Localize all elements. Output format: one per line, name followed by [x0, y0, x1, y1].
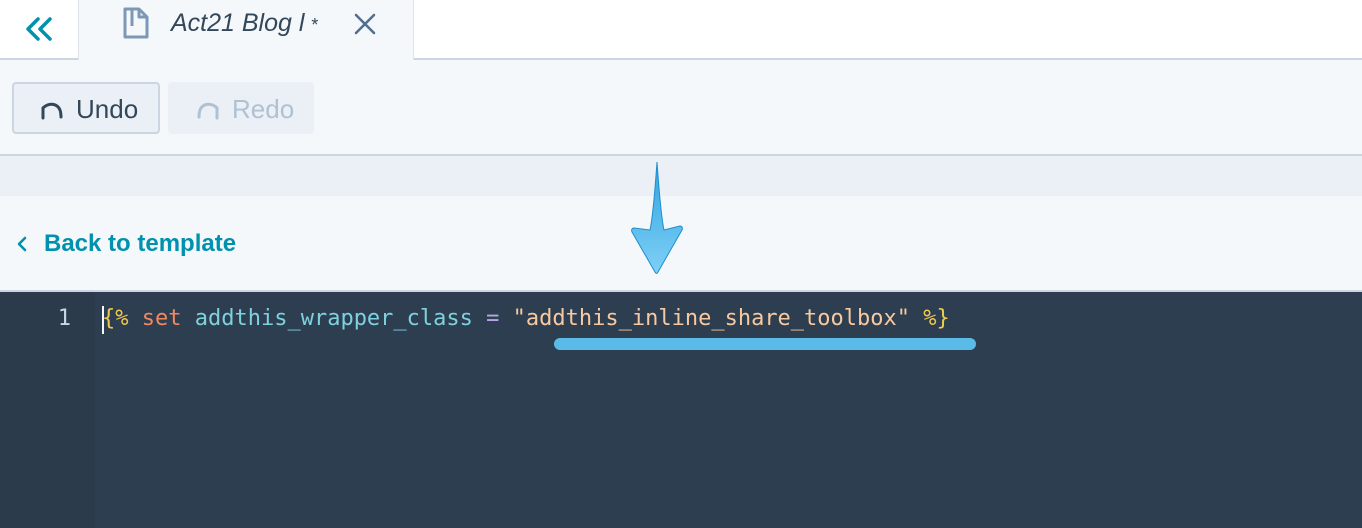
redo-button[interactable]: Redo [168, 82, 314, 134]
code-line[interactable]: {% set addthis_wrapper_class = "addthis_… [102, 304, 950, 334]
back-to-template-link[interactable]: Back to template [14, 228, 236, 260]
double-chevron-left-icon [26, 17, 52, 41]
back-to-template-label: Back to template [44, 230, 237, 257]
redo-icon [197, 102, 219, 120]
tab-title: Act21 Blog l * [171, 9, 319, 37]
file-tab[interactable]: Act21 Blog l * [78, 0, 414, 60]
annotation-arrow-icon [631, 161, 683, 274]
redo-label: Redo [232, 94, 295, 124]
annotation-underline [554, 338, 976, 350]
template-open-tag: {% [102, 306, 129, 331]
string-token: "addthis_inline_share_toolbox" [512, 306, 911, 331]
close-icon[interactable] [351, 10, 379, 38]
keyword-token: set [141, 306, 182, 331]
line-gutter: 1 [0, 292, 95, 528]
toolbar: Undo Redo [0, 60, 1362, 156]
unsaved-marker: * [311, 15, 319, 35]
template-close-tag: %} [923, 306, 950, 331]
tab-bar: Act21 Blog l * [0, 0, 1362, 60]
collapse-sidebar-button[interactable] [0, 0, 78, 58]
document-icon [123, 7, 149, 39]
operator-token: = [486, 306, 500, 331]
variable-token: addthis_wrapper_class [194, 306, 473, 331]
chevron-left-icon [17, 236, 27, 252]
line-number: 1 [57, 306, 71, 331]
undo-icon [41, 102, 63, 120]
undo-button[interactable]: Undo [12, 82, 160, 134]
undo-label: Undo [76, 94, 139, 124]
code-editor[interactable]: 1 {% set addthis_wrapper_class = "addthi… [0, 292, 1362, 528]
